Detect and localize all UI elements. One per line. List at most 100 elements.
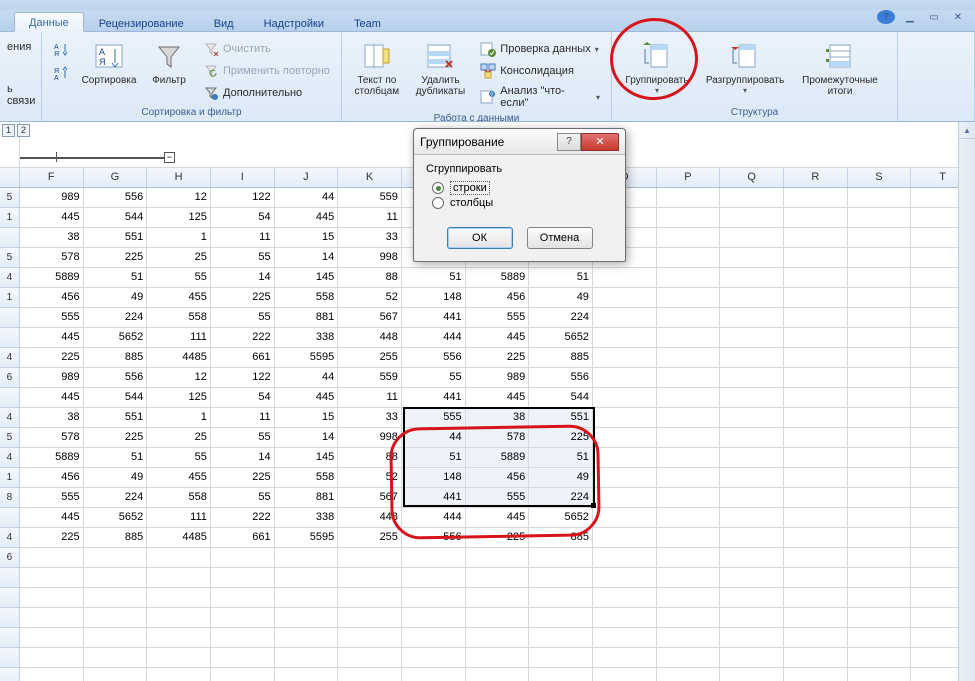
remove-duplicates-button[interactable]: Удалитьдубликаты [410, 36, 472, 100]
cell[interactable] [84, 588, 148, 608]
cell[interactable]: 558 [275, 288, 339, 308]
cell[interactable] [848, 588, 912, 608]
cell[interactable]: 12 [147, 188, 211, 208]
cell[interactable]: 49 [84, 468, 148, 488]
cell[interactable] [657, 368, 721, 388]
cell[interactable] [593, 368, 657, 388]
cell[interactable] [848, 348, 912, 368]
cell[interactable] [784, 228, 848, 248]
cell[interactable]: 445 [20, 328, 84, 348]
row-header[interactable]: 4 [0, 448, 20, 468]
cell[interactable] [402, 648, 466, 668]
cell[interactable]: 225 [84, 428, 148, 448]
cell[interactable] [784, 588, 848, 608]
cell[interactable] [848, 568, 912, 588]
sort-za-button[interactable]: ЯА [48, 62, 74, 84]
cell[interactable]: 555 [402, 408, 466, 428]
cell[interactable]: 4485 [147, 528, 211, 548]
cell[interactable] [593, 428, 657, 448]
cell[interactable]: 225 [466, 348, 530, 368]
cell[interactable]: 661 [211, 348, 275, 368]
cell[interactable]: 456 [20, 468, 84, 488]
column-header[interactable]: I [211, 168, 275, 187]
cell[interactable]: 55 [402, 368, 466, 388]
cell[interactable]: 5889 [20, 268, 84, 288]
cell[interactable] [593, 408, 657, 428]
cell[interactable]: 885 [84, 348, 148, 368]
cell[interactable]: 559 [338, 368, 402, 388]
row-header[interactable]: 1 [0, 288, 20, 308]
cell[interactable] [657, 628, 721, 648]
column-header[interactable]: H [147, 168, 211, 187]
cell[interactable] [848, 288, 912, 308]
cell[interactable] [848, 408, 912, 428]
cell[interactable] [338, 568, 402, 588]
cell[interactable]: 445 [275, 208, 339, 228]
cell[interactable] [848, 468, 912, 488]
radio-rows[interactable]: строки [432, 181, 613, 195]
cell[interactable]: 445 [20, 208, 84, 228]
cell[interactable]: 222 [211, 508, 275, 528]
cell[interactable] [147, 668, 211, 681]
cell[interactable]: 224 [529, 308, 593, 328]
cell[interactable] [657, 208, 721, 228]
cell[interactable]: 441 [402, 388, 466, 408]
outline-collapse-icon[interactable]: − [164, 152, 175, 163]
cell[interactable] [593, 548, 657, 568]
cell[interactable] [657, 308, 721, 328]
cell[interactable]: 88 [338, 268, 402, 288]
cell[interactable] [593, 588, 657, 608]
cell[interactable]: 49 [529, 468, 593, 488]
cell[interactable] [848, 448, 912, 468]
row-header[interactable] [0, 648, 20, 668]
sort-button[interactable]: АЯ Сортировка [78, 36, 140, 89]
cell[interactable] [657, 328, 721, 348]
cell[interactable] [84, 628, 148, 648]
cell[interactable] [657, 448, 721, 468]
cell[interactable] [784, 308, 848, 328]
cell[interactable]: 14 [275, 428, 339, 448]
cell[interactable] [529, 588, 593, 608]
cell[interactable]: 225 [84, 248, 148, 268]
cell[interactable] [593, 328, 657, 348]
cell[interactable] [147, 588, 211, 608]
cell[interactable] [720, 668, 784, 681]
cell[interactable] [593, 628, 657, 648]
cell[interactable]: 551 [529, 408, 593, 428]
cell[interactable]: 148 [402, 288, 466, 308]
text-to-columns-button[interactable]: Текст постолбцам [348, 36, 406, 100]
ungroup-button[interactable]: Разгруппировать▾ [700, 36, 790, 98]
cell[interactable] [720, 468, 784, 488]
cell[interactable] [275, 568, 339, 588]
cell[interactable] [657, 548, 721, 568]
cell[interactable]: 555 [20, 488, 84, 508]
cell[interactable]: 125 [147, 208, 211, 228]
cell[interactable]: 5889 [20, 448, 84, 468]
cell[interactable] [657, 508, 721, 528]
cell[interactable]: 555 [20, 308, 84, 328]
cell[interactable] [784, 668, 848, 681]
cell[interactable]: 44 [275, 188, 339, 208]
help-icon[interactable]: ? [877, 10, 895, 24]
column-header[interactable]: F [20, 168, 84, 187]
reapply-filter-button[interactable]: Применить повторно [198, 60, 335, 82]
cell[interactable] [529, 548, 593, 568]
cell[interactable]: 455 [147, 288, 211, 308]
cell[interactable] [529, 648, 593, 668]
cell[interactable]: 441 [402, 488, 466, 508]
cell[interactable]: 578 [20, 428, 84, 448]
cell[interactable]: 55 [147, 268, 211, 288]
cell[interactable]: 1 [147, 228, 211, 248]
cell[interactable]: 5652 [529, 508, 593, 528]
cell[interactable] [466, 608, 530, 628]
row-header[interactable] [0, 628, 20, 648]
cell[interactable]: 51 [84, 268, 148, 288]
cell[interactable] [657, 568, 721, 588]
cell[interactable] [593, 468, 657, 488]
cell[interactable]: 11 [211, 408, 275, 428]
cell[interactable] [657, 648, 721, 668]
cell[interactable]: 567 [338, 488, 402, 508]
cell[interactable] [529, 628, 593, 648]
cell[interactable] [848, 268, 912, 288]
cell[interactable]: 38 [20, 408, 84, 428]
